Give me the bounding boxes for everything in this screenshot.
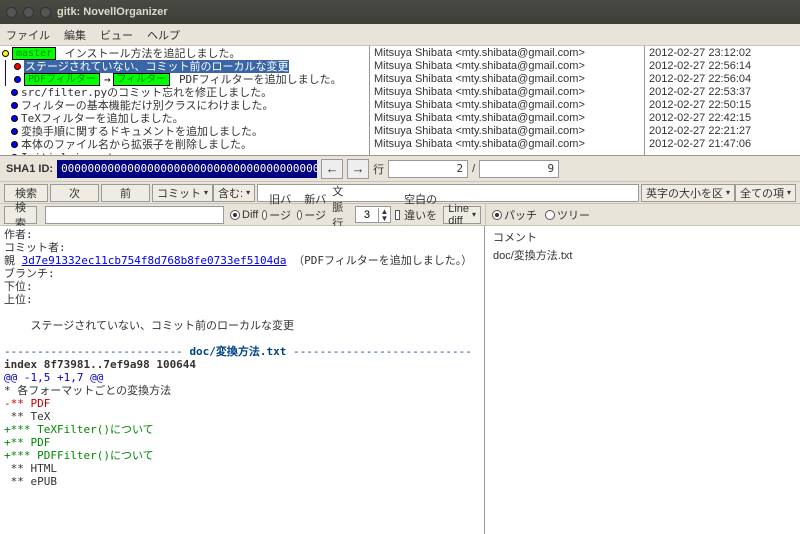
author-column[interactable]: Mitsuya Shibata <mty.shibata@gmail.com> … [370,46,645,155]
diff-search-input[interactable] [45,206,224,224]
bottom-pane: 作者: コミット者: 親 3d7e91332ec11cb754f8d768b8f… [0,226,800,534]
tree-file[interactable]: doc/変換方法.txt [485,246,800,264]
parent-sha-link[interactable]: 3d7e91332ec11cb754f8d768b8fe0733ef5104da [22,254,287,267]
nav-forward-button[interactable]: → [347,159,369,179]
commit-row: PDFフィルター→フィルター PDFフィルターを追加しました。 [2,73,367,86]
date-cell: 2012-02-27 22:56:04 [649,73,796,86]
sha-bar: SHA1 ID: 0000000000000000000000000000000… [0,156,800,182]
maximize-icon[interactable] [40,7,51,18]
row-sep: / [472,163,475,175]
window-title: gitk: NovellOrganizer [57,6,168,18]
prev-button[interactable]: 前 [101,184,150,202]
diff-search-button[interactable]: 検索 [4,206,37,224]
fields-combo[interactable]: 全ての項▾ [735,184,796,202]
search-mode-combo[interactable]: 含む:▾ [213,184,255,202]
minimize-icon[interactable] [23,7,34,18]
diff-toolbar: 検索 Diff 旧バージョン 新バージョン 文脈行数: ▲▼ 空白の違いを無視 … [0,204,800,226]
search-button[interactable]: 検索 [4,184,48,202]
author-cell: Mitsuya Shibata <mty.shibata@gmail.com> [374,138,640,151]
tree-radio[interactable]: ツリー [545,207,590,223]
menu-bar: ファイル 編集 ビュー ヘルプ [0,24,800,46]
diff-mode-combo[interactable]: Line diff▾ [443,206,481,224]
author-cell: Mitsuya Shibata <mty.shibata@gmail.com> [374,47,640,60]
diff-radio[interactable]: Diff [230,209,258,221]
commit-row: TeXフィルターを追加しました。 [2,112,367,125]
file-tree-pane[interactable]: コメント doc/変換方法.txt [485,226,800,534]
case-combo[interactable]: 英字の大小を区▾ [641,184,735,202]
date-cell: 2012-02-27 23:12:02 [649,47,796,60]
commit-row: ステージされていない、コミット前のローカルな変更 [2,60,367,73]
date-cell: 2012-02-27 22:50:15 [649,99,796,112]
patch-radio[interactable]: パッチ [492,207,537,223]
sha-value[interactable]: 0000000000000000000000000000000000000000 [57,160,317,178]
diff-view[interactable]: 作者: コミット者: 親 3d7e91332ec11cb754f8d768b8f… [0,226,485,534]
commit-row: 変換手順に関するドキュメントを追加しました。 [2,125,367,138]
date-cell: 2012-02-27 21:47:06 [649,138,796,151]
menu-file[interactable]: ファイル [6,27,50,43]
search-type-combo[interactable]: コミット▾ [152,184,213,202]
commit-graph-column[interactable]: master インストール方法を追記しました。 ステージされていない、コミット前… [0,46,370,155]
date-cell: 2012-02-27 22:53:37 [649,86,796,99]
commit-list-pane: master インストール方法を追記しました。 ステージされていない、コミット前… [0,46,800,156]
tree-comment[interactable]: コメント [485,228,800,246]
menu-view[interactable]: ビュー [100,27,133,43]
close-icon[interactable] [6,7,17,18]
author-cell: Mitsuya Shibata <mty.shibata@gmail.com> [374,86,640,99]
context-lines-spinner[interactable]: ▲▼ [355,206,391,223]
menu-edit[interactable]: 編集 [64,27,86,43]
sha-label: SHA1 ID: [6,163,53,175]
date-cell: 2012-02-27 22:21:27 [649,125,796,138]
author-cell: Mitsuya Shibata <mty.shibata@gmail.com> [374,73,640,86]
row-label: 行 [373,161,384,177]
author-cell: Mitsuya Shibata <mty.shibata@gmail.com> [374,60,640,73]
commit-row: master インストール方法を追記しました。 [2,47,367,60]
commit-row: 本体のファイル名から拡張子を削除しました。 [2,138,367,151]
date-column[interactable]: 2012-02-27 23:12:02 2012-02-27 22:56:14 … [645,46,800,155]
date-cell: 2012-02-27 22:56:14 [649,60,796,73]
current-row[interactable]: 2 [388,160,468,178]
author-cell: Mitsuya Shibata <mty.shibata@gmail.com> [374,99,640,112]
date-cell: 2012-02-27 22:42:15 [649,112,796,125]
commit-row: Initial import [2,151,367,155]
nav-back-button[interactable]: ← [321,159,343,179]
ignore-whitespace-checkbox[interactable] [395,210,400,220]
commit-row: フィルターの基本機能だけ別クラスにわけました。 [2,99,367,112]
author-cell: Mitsuya Shibata <mty.shibata@gmail.com> [374,125,640,138]
commit-row: src/filter.pyのコミット忘れを修正しました。 [2,86,367,99]
window-titlebar: gitk: NovellOrganizer [0,0,800,24]
menu-help[interactable]: ヘルプ [147,27,180,43]
next-button[interactable]: 次 [50,184,99,202]
total-rows: 9 [479,160,559,178]
search-bar: 検索 次 前 コミット▾ 含む:▾ 英字の大小を区▾ 全ての項▾ [0,182,800,204]
author-cell: Mitsuya Shibata <mty.shibata@gmail.com> [374,112,640,125]
